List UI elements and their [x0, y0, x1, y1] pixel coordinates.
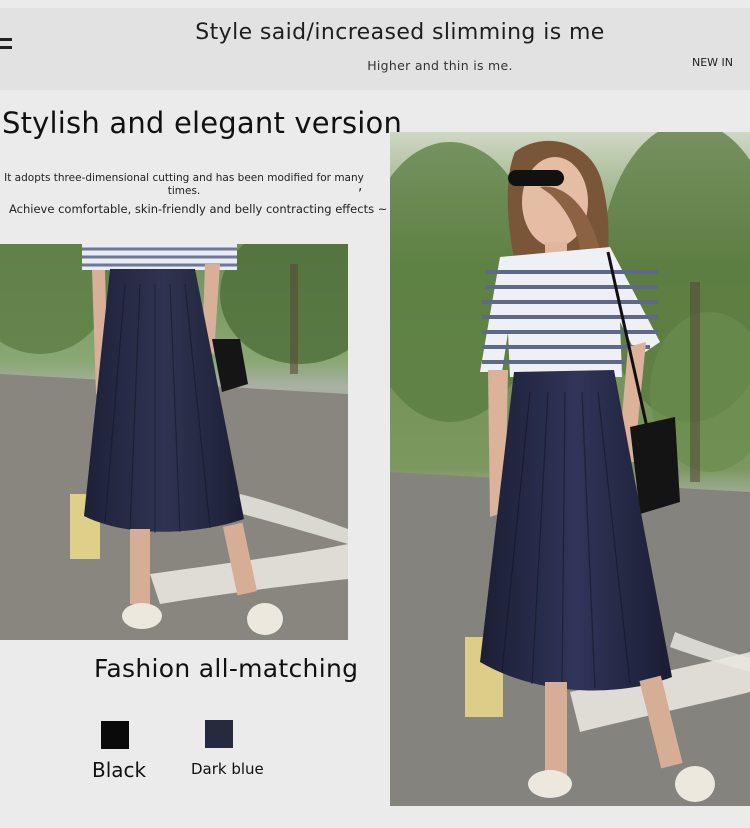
hamburger-menu-icon[interactable]: [0, 38, 14, 50]
color-label-black: Black: [92, 758, 147, 782]
description-line-2: Achieve comfortable, skin-friendly and b…: [9, 202, 388, 216]
section-title: Stylish and elegant version: [2, 106, 403, 140]
model-full-body-photo: [390, 132, 750, 806]
description-line-1: It adopts three-dimensional cutting and …: [4, 172, 364, 197]
description-comma: ,: [358, 178, 363, 194]
page-subtitle: Higher and thin is me.: [367, 58, 513, 73]
color-swatch-black[interactable]: [101, 721, 129, 749]
model-skirt-closeup-photo: [0, 244, 348, 640]
new-in-link[interactable]: NEW IN: [692, 56, 733, 69]
page-title: Style said/increased slimming is me: [195, 20, 605, 45]
fashion-title: Fashion all-matching: [94, 654, 359, 683]
color-swatch-dark-blue[interactable]: [205, 720, 233, 748]
color-label-dark-blue: Dark blue: [191, 760, 264, 778]
